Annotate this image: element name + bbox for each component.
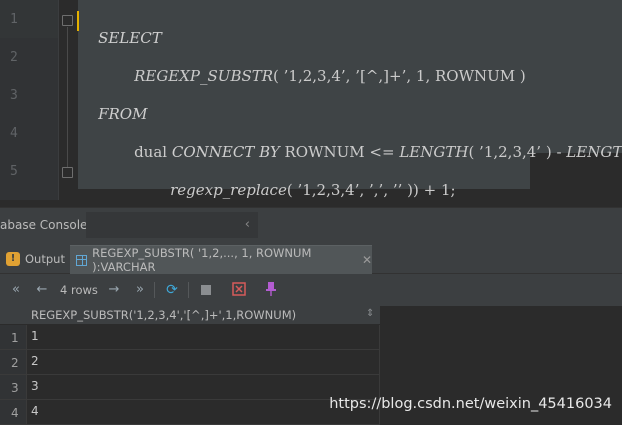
revert-icon[interactable] xyxy=(230,281,248,299)
close-icon[interactable]: ✕ xyxy=(362,253,372,267)
sql-editor[interactable]: 1 2 3 4 5 SELECT REGEXP_SUBSTR( ’1,2,3,4… xyxy=(0,0,622,200)
row-number: 1 xyxy=(11,331,19,345)
console-bar: abase Console: ‹ xyxy=(0,207,622,242)
previous-page-button[interactable]: ← xyxy=(34,281,50,299)
fold-marker-icon[interactable] xyxy=(62,15,73,26)
line-number-gutter: 1 2 3 4 5 xyxy=(0,0,59,200)
line-number: 4 xyxy=(10,126,18,141)
watermark: https://blog.csdn.net/weixin_45416034 xyxy=(329,396,612,412)
tab-query-result[interactable]: REGEXP_SUBSTR( '1,2,..., 1, ROWNUM ):VAR… xyxy=(70,245,372,274)
line-number: 2 xyxy=(10,50,18,65)
console-label: abase Console: xyxy=(0,218,92,232)
tool-window-tabs: ! Output REGEXP_SUBSTR( '1,2,..., 1, ROW… xyxy=(0,241,622,274)
tab-output[interactable]: ! Output xyxy=(6,245,65,273)
cell-value[interactable]: 3 xyxy=(31,379,39,393)
console-selector[interactable]: ‹ xyxy=(86,212,258,238)
line-number: 3 xyxy=(10,88,18,103)
table-row[interactable]: 4 4 xyxy=(0,400,380,425)
fold-marker-icon[interactable] xyxy=(62,167,73,178)
row-number: 4 xyxy=(11,406,19,420)
output-icon: ! xyxy=(6,252,20,266)
line-number: 5 xyxy=(10,164,18,179)
stop-icon[interactable] xyxy=(198,281,214,299)
row-count-label[interactable]: 4 rows xyxy=(60,281,98,299)
pin-icon[interactable] xyxy=(262,281,280,299)
last-page-button[interactable]: » xyxy=(132,281,148,299)
cell-value[interactable]: 2 xyxy=(31,354,39,368)
cell-value[interactable]: 1 xyxy=(31,329,39,343)
result-toolbar: « ← 4 rows → » ⟳ xyxy=(0,274,622,306)
sort-icon[interactable]: ⇕ xyxy=(366,308,374,319)
column-header[interactable]: REGEXP_SUBSTR('1,2,3,4','[^,]+',1,ROWNUM… xyxy=(0,306,380,325)
cell-value[interactable]: 4 xyxy=(31,404,39,418)
result-grid: REGEXP_SUBSTR('1,2,3,4','[^,]+',1,ROWNUM… xyxy=(0,306,622,425)
next-page-button[interactable]: → xyxy=(106,281,122,299)
chevron-left-icon[interactable]: ‹ xyxy=(245,217,250,232)
tab-label: Output xyxy=(25,252,65,266)
row-number: 2 xyxy=(11,356,19,370)
code-line-2[interactable]: REGEXP_SUBSTR( ’1,2,3,4’, ’[^,]+’, 1, RO… xyxy=(115,49,526,103)
table-row[interactable]: 1 1 xyxy=(0,325,380,350)
table-row[interactable]: 3 3 xyxy=(0,375,380,400)
tab-label: REGEXP_SUBSTR( '1,2,..., 1, ROWNUM ):VAR… xyxy=(92,246,312,274)
first-page-button[interactable]: « xyxy=(8,281,24,299)
table-row[interactable]: 2 2 xyxy=(0,350,380,375)
column-header-label: REGEXP_SUBSTR('1,2,3,4','[^,]+',1,ROWNUM… xyxy=(31,308,297,322)
reload-icon[interactable]: ⟳ xyxy=(164,281,180,299)
table-icon xyxy=(76,254,88,266)
row-number: 3 xyxy=(11,381,19,395)
line-number: 1 xyxy=(10,12,18,27)
code-line-5[interactable]: regexp_replace( ’1,2,3,4’, ’,’, ’’ )) + … xyxy=(151,163,456,200)
